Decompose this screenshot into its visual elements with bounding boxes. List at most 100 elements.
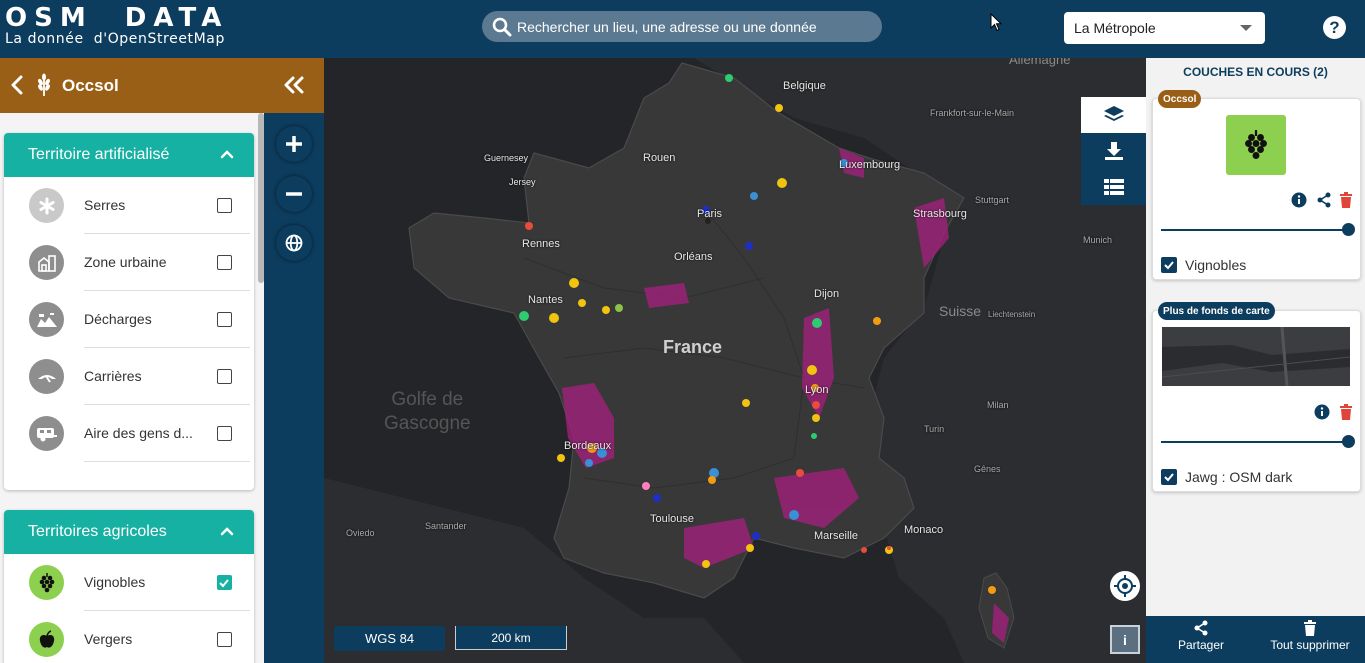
- map-label-stuttgart: Stuttgart: [975, 195, 1010, 205]
- projection-label[interactable]: WGS 84: [334, 626, 445, 651]
- layer-label: Zone urbaine: [84, 254, 167, 270]
- layer-item-vignobles[interactable]: Vignobles: [4, 554, 254, 611]
- map-label-allemagne: Allemagne: [1009, 58, 1071, 67]
- layer-theme-badge: Occsol: [1158, 90, 1202, 108]
- map-label-golfe-de-gascogne: Golfe de Gascogne: [384, 388, 471, 436]
- table-tool-button[interactable]: [1081, 169, 1146, 205]
- opacity-slider[interactable]: [1161, 441, 1347, 443]
- layers-icon: [1103, 106, 1124, 121]
- share-icon[interactable]: [1316, 192, 1332, 208]
- category-title: Territoires agricoles: [28, 523, 167, 540]
- active-layers-panel: COUCHES EN COURS (2) Occsol Vignobles Pl…: [1146, 58, 1365, 616]
- map-label-munich: Munich: [1083, 235, 1113, 245]
- layer-checkbox[interactable]: [217, 426, 232, 441]
- layer-item-carrieres[interactable]: Carrières: [4, 348, 254, 405]
- geolocate-button[interactable]: [1110, 571, 1140, 601]
- download-tool-button[interactable]: [1081, 133, 1146, 169]
- opacity-slider-handle[interactable]: [1342, 223, 1355, 236]
- trash-icon[interactable]: [1339, 192, 1353, 208]
- map-label-rennes: Rennes: [522, 238, 560, 250]
- layer-checkbox[interactable]: [217, 369, 232, 384]
- zoom-in-button[interactable]: [276, 126, 312, 162]
- logo-title[interactable]: OSM DATA: [5, 4, 228, 32]
- info-icon[interactable]: [1291, 192, 1307, 208]
- layer-item-serres[interactable]: Serres: [4, 177, 254, 234]
- map-label-belgique: Belgique: [783, 80, 826, 92]
- layer-visibility-checkbox[interactable]: [1161, 257, 1177, 273]
- territory-select-value: La Métropole: [1074, 20, 1156, 36]
- plus-icon: [286, 136, 302, 152]
- map-label-france: France: [663, 337, 723, 357]
- divider: [84, 461, 250, 462]
- share-icon: [1194, 620, 1208, 636]
- checkmark-icon: [1164, 261, 1174, 270]
- app-root: OSM DATA La donnée d'OpenStreetMap Reche…: [0, 0, 1365, 663]
- layer-theme-badge: Plus de fonds de carte: [1158, 302, 1275, 320]
- checkmark-icon: [219, 579, 229, 588]
- layers-tool-button[interactable]: [1081, 97, 1146, 133]
- back-arrow-icon[interactable]: [10, 75, 24, 95]
- full-extent-button[interactable]: [276, 225, 312, 261]
- theme-title: Occsol: [62, 76, 119, 95]
- layer-label: Serres: [84, 197, 126, 213]
- snowflake-icon: [29, 188, 64, 223]
- map-label-liechtenstein: Liechtenstein: [988, 310, 1036, 319]
- map-label-orleans: Orléans: [674, 251, 713, 263]
- opacity-slider[interactable]: [1161, 229, 1347, 231]
- layer-checkbox[interactable]: [217, 632, 232, 647]
- trash-icon[interactable]: [1339, 404, 1353, 420]
- opacity-slider-handle[interactable]: [1342, 435, 1355, 448]
- grapes-icon: [1226, 115, 1286, 175]
- theme-header: Occsol: [0, 58, 324, 113]
- layer-checkbox[interactable]: [217, 312, 232, 327]
- territory-select[interactable]: La Métropole: [1064, 12, 1265, 44]
- download-icon: [1104, 142, 1123, 160]
- share-button-label: Partager: [1177, 638, 1225, 652]
- top-bar: OSM DATA La donnée d'OpenStreetMap Reche…: [0, 0, 1365, 58]
- zoom-out-button[interactable]: [276, 176, 312, 212]
- search-icon: [492, 17, 512, 36]
- scale-bar: 200 km: [455, 626, 567, 650]
- category-title: Territoire artificialisé: [28, 146, 170, 163]
- checkmark-icon: [1164, 473, 1174, 482]
- collapse-double-chevron-icon[interactable]: [284, 76, 304, 94]
- chevron-up-icon[interactable]: [220, 149, 234, 159]
- map-label-paris: Paris: [697, 208, 723, 220]
- layer-item-aire-gens-du-voyage[interactable]: Aire des gens d...: [4, 405, 254, 462]
- dump-icon: [29, 302, 64, 337]
- active-layer-name: Jawg : OSM dark: [1185, 469, 1293, 485]
- layer-checkbox-checked[interactable]: [217, 575, 232, 590]
- quarry-icon: [29, 359, 64, 394]
- crosshair-icon: [1114, 575, 1136, 597]
- layer-item-decharges[interactable]: Décharges: [4, 291, 254, 348]
- grapes-icon: [29, 565, 64, 600]
- share-button[interactable]: Partager: [1171, 620, 1231, 652]
- map-label-rouen: Rouen: [643, 152, 676, 164]
- active-layers-title: COUCHES EN COURS (2): [1183, 65, 1328, 79]
- map-label-guernesey: Guernesey: [484, 153, 529, 163]
- layer-visibility-checkbox[interactable]: [1161, 469, 1177, 485]
- map-side-tools: [1081, 97, 1146, 205]
- category-header[interactable]: Territoire artificialisé: [4, 133, 254, 177]
- chevron-up-icon[interactable]: [220, 526, 234, 536]
- layer-item-zone-urbaine[interactable]: Zone urbaine: [4, 234, 254, 291]
- map-label-nantes: Nantes: [528, 294, 563, 306]
- caravan-icon: [29, 416, 64, 451]
- layer-item-vergers[interactable]: Vergers: [4, 611, 254, 663]
- active-layer-card-basemap: Plus de fonds de carte Jawg : OSM dark: [1152, 302, 1361, 492]
- map-info-button[interactable]: i: [1110, 625, 1140, 654]
- layer-checkbox[interactable]: [217, 255, 232, 270]
- delete-all-button-label: Tout supprimer: [1270, 638, 1350, 652]
- buildings-icon: [29, 245, 64, 280]
- search-bar[interactable]: Rechercher un lieu, une adresse ou une d…: [482, 11, 882, 42]
- map-label-frankfort: Frankfort-sur-le-Main: [930, 108, 1015, 118]
- delete-all-button[interactable]: Tout supprimer: [1264, 620, 1356, 652]
- layer-checkbox[interactable]: [217, 198, 232, 213]
- map-canvas[interactable]: Belgique Allemagne Suisse Frankfort-sur-…: [324, 58, 1146, 663]
- search-input[interactable]: Rechercher un lieu, une adresse ou une d…: [517, 19, 817, 35]
- category-header[interactable]: Territoires agricoles: [4, 510, 254, 554]
- info-icon[interactable]: [1314, 404, 1330, 420]
- layer-label: Aire des gens d...: [84, 425, 193, 441]
- layer-catalog: Territoire artificialisé Serres Zone urb…: [0, 113, 264, 663]
- help-button[interactable]: ?: [1323, 16, 1346, 39]
